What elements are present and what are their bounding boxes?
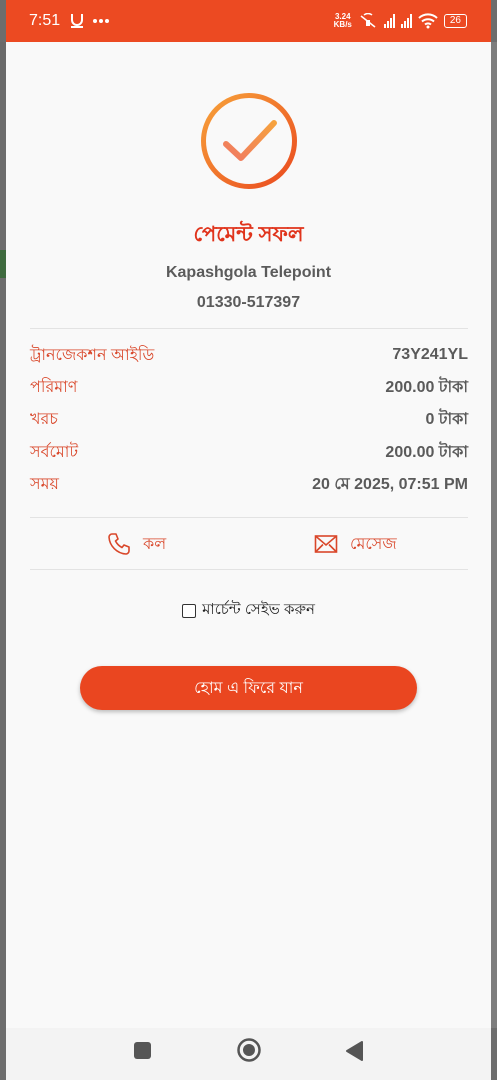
network-speed: 3.24 KB/s: [334, 13, 352, 29]
system-nav-bar: [6, 1028, 491, 1080]
phone-icon: [108, 533, 130, 555]
signal-icon: [400, 14, 412, 28]
detail-row-transaction-id: ট্রানজেকশন আইডি 73Y241YL: [30, 343, 468, 367]
merchant-phone: 01330-517397: [196, 294, 301, 311]
detail-value: 200.00 টাকা: [385, 378, 468, 396]
status-time: 7:51: [29, 12, 61, 29]
battery-icon: 26: [443, 14, 467, 28]
detail-label: সময়: [30, 475, 59, 493]
battery-level: 26: [449, 15, 461, 26]
detail-label: সর্বমোট: [30, 443, 79, 461]
detail-row-total: সর্বমোট 200.00 টাকা: [30, 440, 468, 464]
message-label: মেসেজ: [350, 535, 397, 553]
save-merchant-checkbox[interactable]: [182, 603, 197, 618]
mail-icon: [314, 535, 338, 553]
status-bar: 7:51 3.24 KB/s 26: [6, 0, 491, 42]
detail-row-fee: খরচ 0 টাকা: [30, 407, 468, 431]
save-merchant-label: মার্চেন্ট সেইভ করুন: [202, 601, 315, 618]
divider: [30, 569, 468, 570]
status-right-icons: 3.24 KB/s 26: [334, 13, 467, 29]
status-left-icons: [70, 13, 110, 29]
go-home-button[interactable]: হোম এ ফিরে যান: [80, 666, 417, 710]
detail-value: 200.00 টাকা: [385, 443, 468, 461]
call-label: কল: [143, 535, 167, 553]
save-merchant-option[interactable]: মার্চেন্ট সেইভ করুন: [6, 598, 491, 623]
detail-label: পরিমাণ: [30, 378, 78, 396]
volte-muted-icon: [360, 13, 376, 28]
message-button[interactable]: মেসেজ: [314, 532, 397, 556]
detail-label: ট্রানজেকশন আইডি: [30, 346, 155, 364]
merchant-name: Kapashgola Telepoint: [165, 264, 332, 281]
detail-label: খরচ: [30, 410, 58, 428]
detail-row-time: সময় 20 মে 2025, 07:51 PM: [30, 472, 468, 496]
call-button[interactable]: কল: [107, 532, 166, 556]
check-circle-icon: [201, 93, 297, 189]
speed-unit: KB/s: [333, 20, 352, 29]
wifi-icon: [418, 13, 438, 29]
divider: [30, 328, 468, 329]
divider: [30, 517, 468, 518]
signal-icon: [383, 14, 395, 28]
detail-value: 73Y241YL: [392, 346, 468, 363]
home-nav-button[interactable]: [236, 1037, 262, 1063]
detail-value: 0 টাকা: [425, 410, 468, 428]
background-edge: [491, 42, 497, 1028]
back-nav-button[interactable]: [344, 1040, 364, 1062]
usb-icon: [71, 14, 84, 28]
detail-value: 20 মে 2025, 07:51 PM: [312, 475, 468, 493]
more-dots-icon: [93, 19, 110, 23]
detail-row-amount: পরিমাণ 200.00 টাকা: [30, 375, 468, 399]
payment-status-title: পেমেন্ট সফল: [193, 223, 304, 246]
recent-apps-button[interactable]: [134, 1042, 151, 1059]
payment-success-sheet: পেমেন্ট সফল Kapashgola Telepoint 01330-5…: [6, 42, 491, 1028]
